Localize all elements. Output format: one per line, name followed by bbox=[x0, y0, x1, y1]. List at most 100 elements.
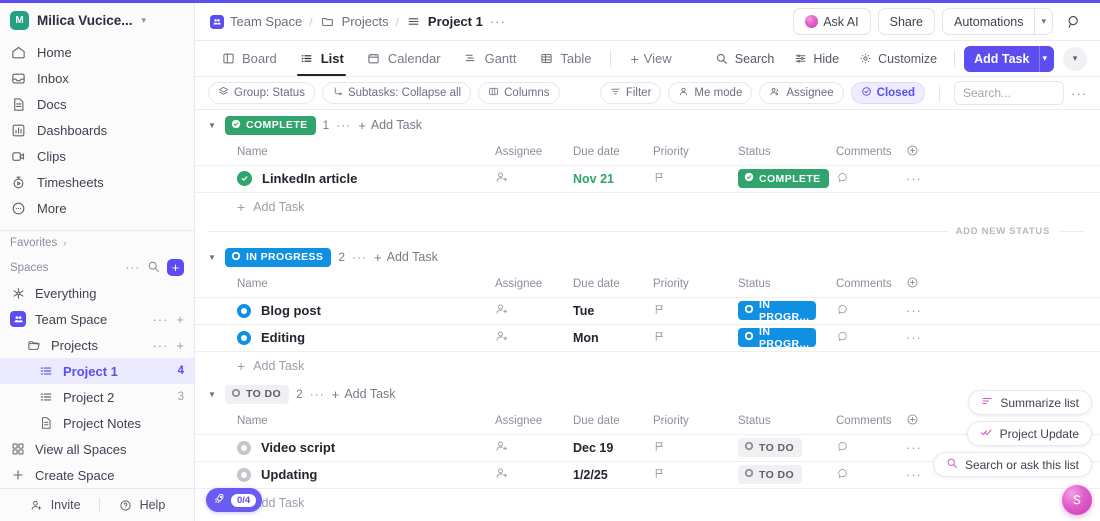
spaces-more-button[interactable]: ··· bbox=[126, 262, 141, 274]
tab-board[interactable]: Board bbox=[210, 41, 287, 76]
column-header-due-date[interactable]: Due date bbox=[573, 140, 653, 165]
task-status-dot-to-do[interactable] bbox=[237, 440, 251, 455]
comment-icon[interactable] bbox=[836, 441, 849, 456]
sidebar-item-timesheets[interactable]: Timesheets bbox=[0, 170, 194, 196]
cell-row-actions[interactable]: ··· bbox=[906, 164, 952, 192]
help-button[interactable]: Help bbox=[100, 497, 184, 513]
cell-priority[interactable] bbox=[653, 460, 738, 488]
row-more-button[interactable]: ··· bbox=[906, 303, 922, 318]
cell-comments[interactable] bbox=[836, 460, 906, 488]
column-header-due-date[interactable]: Due date bbox=[573, 272, 653, 297]
column-header-comments[interactable]: Comments bbox=[836, 272, 906, 297]
hide-button[interactable]: Hide bbox=[784, 46, 847, 72]
add-assignee-icon[interactable] bbox=[495, 331, 509, 346]
status-badge[interactable]: COMPLETE bbox=[738, 169, 829, 189]
automations-dropdown-button[interactable]: ▾ bbox=[1034, 8, 1053, 35]
column-header-status[interactable]: Status bbox=[738, 272, 836, 297]
sidebar-item-inbox[interactable]: Inbox bbox=[0, 66, 194, 92]
projects-actions[interactable]: ··· + bbox=[152, 338, 184, 353]
cell-status[interactable]: TO DO bbox=[738, 460, 836, 488]
global-search-icon[interactable] bbox=[1060, 8, 1087, 35]
cell-name[interactable]: Video script bbox=[195, 433, 495, 461]
row-more-button[interactable]: ··· bbox=[906, 467, 922, 482]
sidebar-item-project-notes[interactable]: Project Notes bbox=[0, 410, 194, 436]
automations-button[interactable]: Automations bbox=[941, 8, 1035, 35]
clickup-ai-icon[interactable] bbox=[1062, 485, 1092, 515]
add-view-button[interactable]: + View bbox=[620, 41, 681, 76]
cell-assignee[interactable] bbox=[495, 164, 573, 192]
column-header-name[interactable]: Name bbox=[195, 272, 495, 297]
priority-flag-icon[interactable] bbox=[653, 304, 666, 319]
cell-name[interactable]: Blog post bbox=[195, 296, 495, 324]
assignee-chip[interactable]: Assignee bbox=[759, 82, 844, 104]
cell-status[interactable]: IN PROGR... bbox=[738, 296, 836, 324]
subtasks-chip[interactable]: Subtasks: Collapse all bbox=[321, 82, 472, 104]
sidebar-item-dashboards[interactable]: Dashboards bbox=[0, 118, 194, 144]
search-input[interactable] bbox=[963, 86, 1055, 100]
column-header-due-date[interactable]: Due date bbox=[573, 409, 653, 434]
cell-priority[interactable] bbox=[653, 433, 738, 461]
cell-comments[interactable] bbox=[836, 323, 906, 351]
add-assignee-icon[interactable] bbox=[495, 304, 509, 319]
status-badge[interactable]: IN PROGR... bbox=[738, 326, 816, 350]
cell-due-date[interactable]: Tue bbox=[573, 296, 653, 324]
share-button[interactable]: Share bbox=[877, 8, 935, 35]
comment-icon[interactable] bbox=[836, 172, 849, 187]
tab-gantt[interactable]: Gantt bbox=[453, 41, 527, 76]
team-space-actions[interactable]: ··· + bbox=[152, 312, 184, 327]
tab-table[interactable]: Table bbox=[528, 41, 601, 76]
priority-flag-icon[interactable] bbox=[653, 441, 666, 456]
task-status-dot-in-progress[interactable] bbox=[237, 330, 251, 345]
task-status-dot-in-progress[interactable] bbox=[237, 303, 251, 318]
column-header-status[interactable]: Status bbox=[738, 140, 836, 165]
cell-status[interactable]: TO DO bbox=[738, 433, 836, 461]
closed-chip[interactable]: Closed bbox=[850, 82, 925, 104]
status-badge[interactable]: TO DO bbox=[738, 465, 803, 485]
cell-status[interactable]: IN PROGR... bbox=[738, 323, 836, 351]
breadcrumb-project-1[interactable]: Project 1 bbox=[406, 14, 483, 29]
sidebar-item-docs[interactable]: Docs bbox=[0, 92, 194, 118]
add-column-icon[interactable] bbox=[906, 272, 952, 297]
column-header-assignee[interactable]: Assignee bbox=[495, 140, 573, 165]
cell-name[interactable]: Updating bbox=[195, 460, 495, 488]
group-add-task-button[interactable]: + Add Task bbox=[332, 387, 396, 402]
group-status-badge[interactable]: COMPLETE bbox=[225, 115, 316, 135]
row-more-button[interactable]: ··· bbox=[906, 440, 922, 455]
column-header-comments[interactable]: Comments bbox=[836, 409, 906, 434]
sidebar-item-more[interactable]: More bbox=[0, 196, 194, 222]
search-or-ask-button[interactable]: Search or ask this list bbox=[932, 452, 1092, 477]
comment-icon[interactable] bbox=[836, 468, 849, 483]
collapse-caret-icon[interactable]: ▼ bbox=[208, 390, 218, 399]
add-column-icon[interactable] bbox=[906, 140, 952, 165]
cell-due-date[interactable]: Mon bbox=[573, 323, 653, 351]
project-update-button[interactable]: Project Update bbox=[966, 421, 1092, 446]
ask-ai-button[interactable]: Ask AI bbox=[793, 8, 871, 35]
column-header-comments[interactable]: Comments bbox=[836, 140, 906, 165]
add-assignee-icon[interactable] bbox=[495, 172, 509, 187]
cell-assignee[interactable] bbox=[495, 323, 573, 351]
cell-name[interactable]: LinkedIn article bbox=[195, 164, 495, 192]
cell-due-date[interactable]: Dec 19 bbox=[573, 433, 653, 461]
group-more-button[interactable]: ··· bbox=[352, 250, 367, 264]
group-more-button[interactable]: ··· bbox=[310, 387, 325, 401]
view-search-button[interactable]: Search bbox=[706, 46, 783, 72]
cell-status[interactable]: COMPLETE bbox=[738, 164, 836, 192]
cell-assignee[interactable] bbox=[495, 296, 573, 324]
add-new-status-label[interactable]: ADD NEW STATUS bbox=[956, 226, 1050, 237]
workspace-switcher[interactable]: M Milica Vucice... ▾ bbox=[0, 3, 194, 38]
status-badge[interactable]: TO DO bbox=[738, 438, 803, 457]
sidebar-item-create-space[interactable]: Create Space bbox=[0, 462, 194, 488]
favorites-section-header[interactable]: Favorites › bbox=[0, 230, 194, 255]
cell-due-date[interactable]: 1/2/25 bbox=[573, 460, 653, 488]
priority-flag-icon[interactable] bbox=[653, 468, 666, 483]
invite-button[interactable]: Invite bbox=[11, 497, 99, 513]
group-status-badge[interactable]: IN PROGRESS bbox=[225, 247, 332, 267]
sidebar-item-project-2[interactable]: Project 2 3 bbox=[0, 384, 194, 410]
collapse-caret-icon[interactable]: ▼ bbox=[208, 253, 218, 262]
column-header-priority[interactable]: Priority bbox=[653, 409, 738, 434]
columns-chip[interactable]: Columns bbox=[478, 82, 560, 104]
cell-name[interactable]: Editing bbox=[195, 323, 495, 351]
tab-calendar[interactable]: Calendar bbox=[356, 41, 451, 76]
add-task-row[interactable]: + Add Task bbox=[195, 192, 1100, 220]
status-badge[interactable]: IN PROGR... bbox=[738, 299, 816, 323]
